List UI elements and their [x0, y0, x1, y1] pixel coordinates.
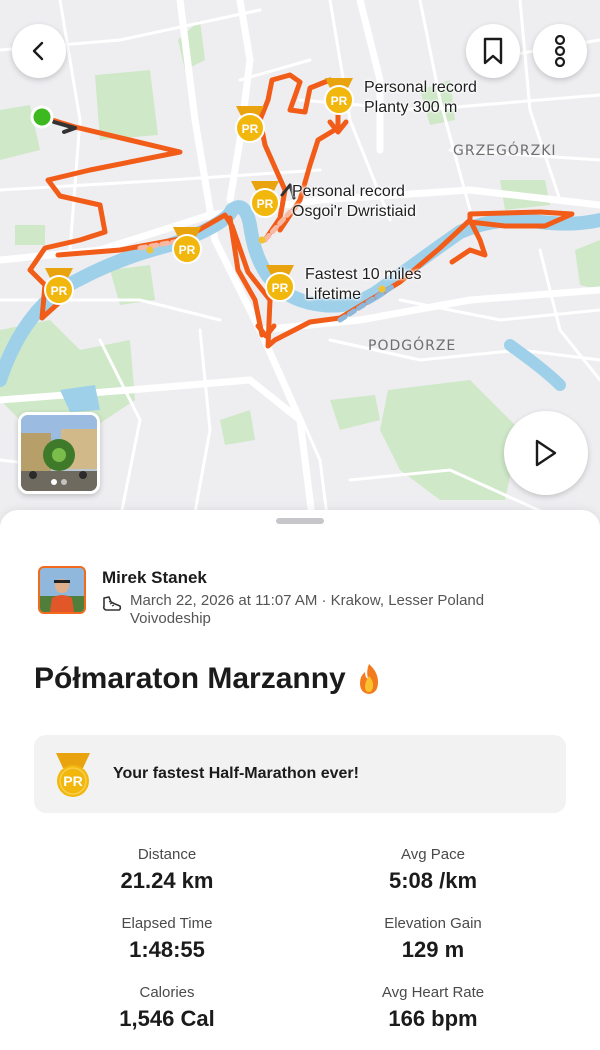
- athlete-name[interactable]: Mirek Stanek: [102, 568, 207, 588]
- photo-page-dot: [61, 479, 67, 485]
- back-button[interactable]: [12, 24, 66, 78]
- stat-label: Avg Pace: [401, 846, 465, 863]
- sheet-drag-handle[interactable]: [276, 518, 324, 524]
- stat-label: Elevation Gain: [384, 915, 482, 932]
- stat-distance: Distance 21.24 km: [37, 846, 297, 894]
- pr-annotation: Personal record Osgoi'r Dwristiaid: [292, 182, 416, 222]
- pr-medal-icon: PR: [56, 753, 90, 797]
- activity-details-sheet: Mirek Stanek March 22, 2026 at 11:07 AM …: [0, 510, 600, 1050]
- stat-label: Calories: [139, 984, 195, 1001]
- avatar-image: [40, 568, 84, 612]
- pr-annotation: Fastest 10 miles Lifetime: [305, 265, 421, 305]
- athlete-header[interactable]: Mirek Stanek March 22, 2026 at 11:07 AM …: [38, 566, 558, 636]
- pr-medal-icon[interactable]: PR: [169, 225, 205, 265]
- stat-value: 129 m: [401, 937, 465, 962]
- stat-avg-pace: Avg Pace 5:08 /km: [303, 846, 563, 894]
- achievement-text: Your fastest Half-Marathon ever!: [113, 765, 359, 782]
- pr-medal-text: PR: [257, 197, 274, 211]
- stat-label: Elapsed Time: [121, 915, 213, 932]
- pr-medal-text: PR: [242, 122, 259, 136]
- pr-annotation: Personal record Planty 300 m: [364, 78, 477, 118]
- flame-icon: [359, 664, 378, 694]
- bookmark-button[interactable]: [466, 24, 520, 78]
- photo-page-dot: [51, 479, 57, 485]
- pr-medal-text: PR: [272, 281, 289, 295]
- pr-annotation-segment: Lifetime: [305, 286, 362, 303]
- more-vertical-icon: [554, 35, 566, 67]
- achievement-banner[interactable]: PR Your fastest Half-Marathon ever!: [34, 735, 566, 813]
- pr-medal-icon[interactable]: PR: [262, 263, 298, 303]
- stat-value: 1:48:55: [129, 937, 205, 962]
- pr-annotation-title: Personal record: [292, 183, 405, 200]
- stat-value: 166 bpm: [388, 1006, 478, 1031]
- activity-title: Półmaraton Marzanny: [34, 662, 384, 696]
- stat-calories: Calories 1,546 Cal: [37, 984, 297, 1032]
- more-options-button[interactable]: [533, 24, 587, 78]
- pr-medal-icon[interactable]: PR: [41, 266, 77, 306]
- pr-annotation-segment: Planty 300 m: [364, 99, 458, 116]
- play-icon: [535, 439, 557, 467]
- bookmark-icon: [483, 37, 503, 65]
- stat-value: 1,546 Cal: [119, 1006, 215, 1031]
- avatar[interactable]: [38, 566, 86, 614]
- stat-label: Distance: [137, 846, 197, 863]
- pr-medal-icon[interactable]: PR: [247, 179, 283, 219]
- district-label: GRZEGÓRZKI: [453, 143, 557, 159]
- pr-medal-text: PR: [51, 284, 68, 298]
- stat-value: 21.24 km: [120, 868, 214, 893]
- pr-annotation-title: Fastest 10 miles: [305, 266, 422, 283]
- stat-elapsed-time: Elapsed Time 1:48:55: [37, 915, 297, 963]
- district-label: PODGÓRZE: [368, 338, 457, 354]
- pr-medal-text: PR: [331, 94, 348, 108]
- activity-date-location: March 22, 2026 at 11:07 AM · Krakow, Les…: [130, 592, 485, 627]
- pr-medal-icon[interactable]: PR: [321, 76, 357, 116]
- pr-medal-icon[interactable]: PR: [232, 104, 268, 144]
- stat-label: Avg Heart Rate: [381, 984, 485, 1001]
- chevron-left-icon: [32, 41, 44, 61]
- pr-annotation-segment: Osgoi'r Dwristiaid: [292, 203, 416, 220]
- stat-value: 5:08 /km: [388, 868, 478, 893]
- pr-medal-text: PR: [179, 243, 196, 257]
- stat-elevation-gain: Elevation Gain 129 m: [303, 915, 563, 963]
- activity-photo-thumbnail[interactable]: [18, 412, 100, 494]
- play-flyover-button[interactable]: [504, 411, 588, 495]
- pr-annotation-title: Personal record: [364, 79, 477, 96]
- stat-avg-heart-rate: Avg Heart Rate 166 bpm: [303, 984, 563, 1032]
- pr-medal-text: PR: [63, 773, 82, 789]
- running-shoe-icon: [102, 596, 122, 611]
- photo-pagination: [51, 479, 67, 485]
- activity-title-text: Półmaraton Marzanny: [34, 662, 346, 695]
- route-map[interactable]: PR PR PR PR PR PR GRZEGÓRZKI PODGÓRZE Pe…: [0, 0, 600, 540]
